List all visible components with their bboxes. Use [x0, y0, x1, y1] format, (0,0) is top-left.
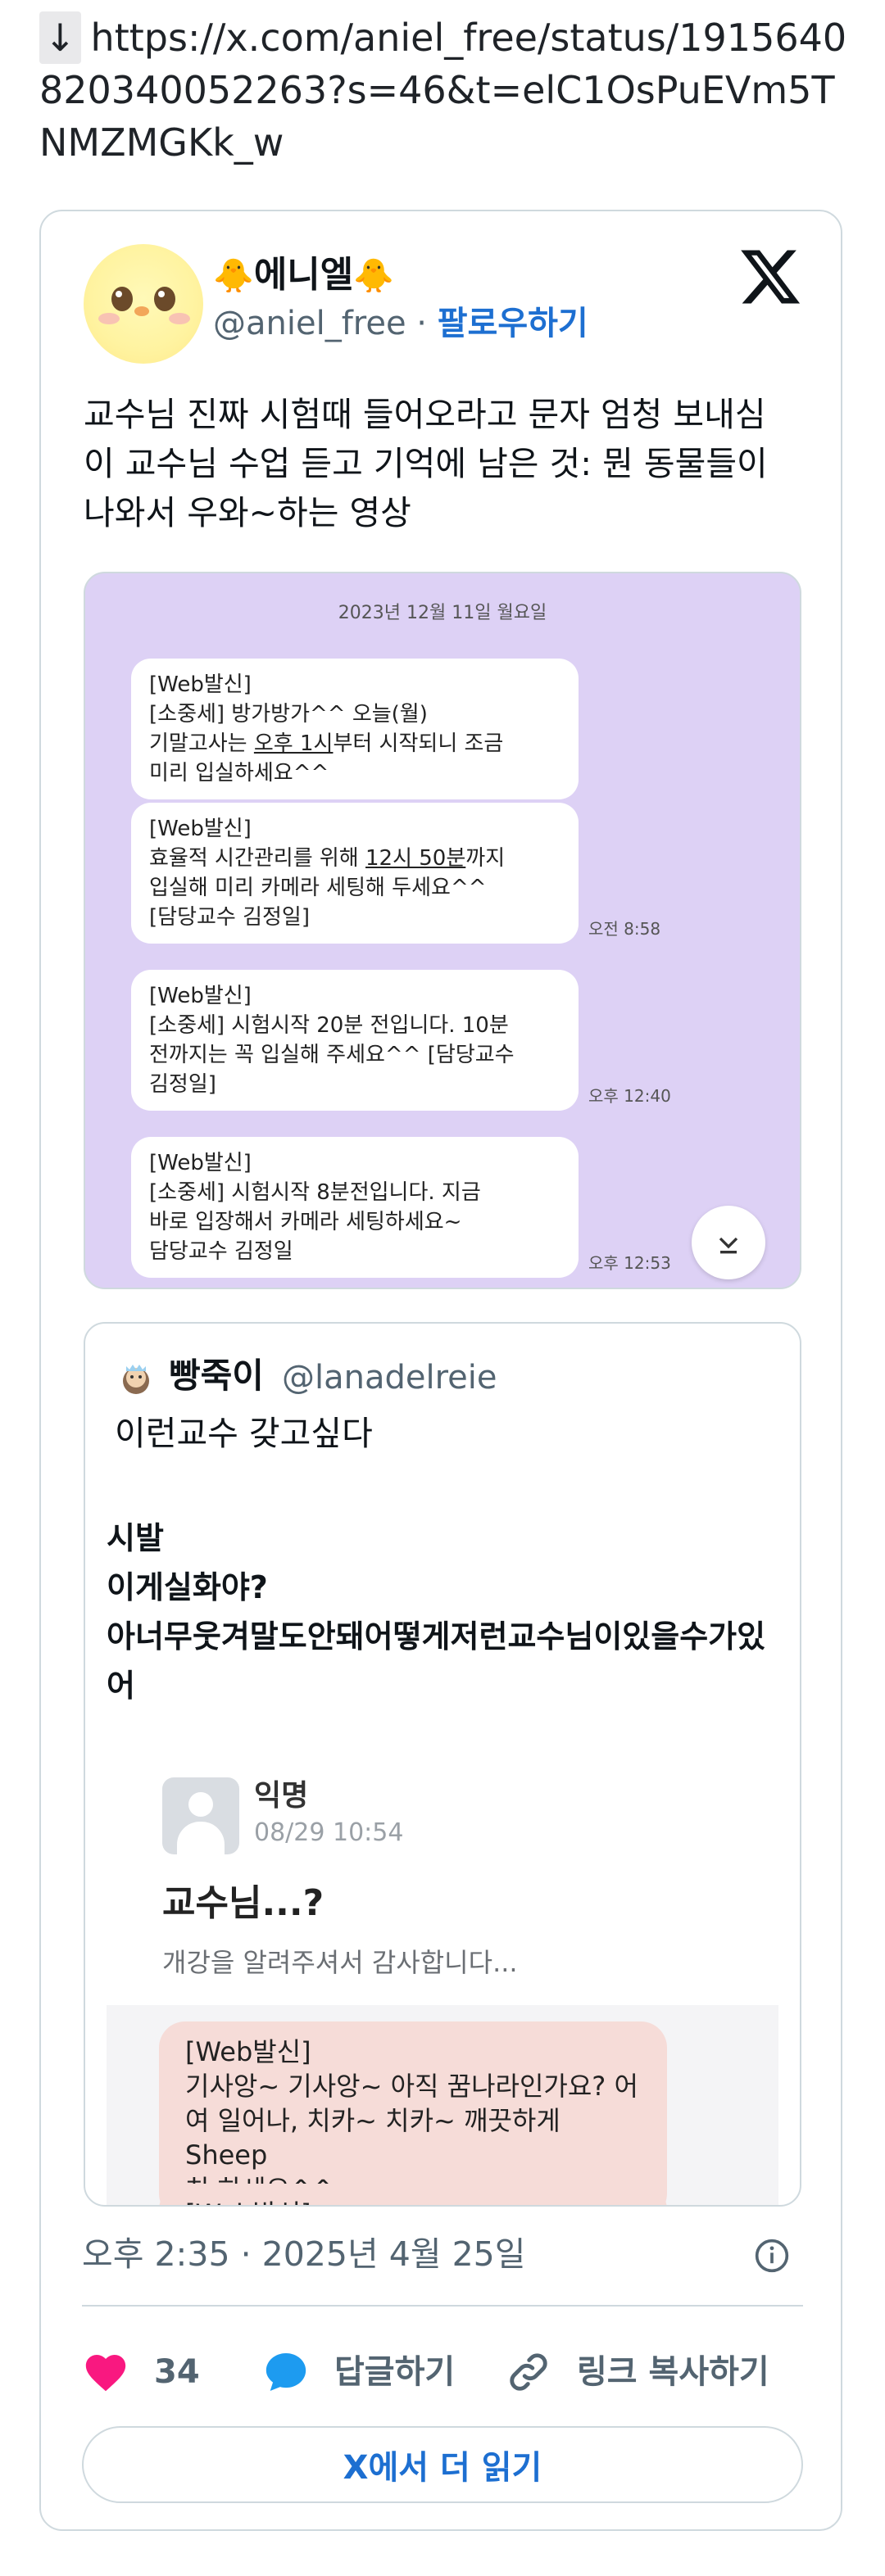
tweet-media-image[interactable]: 2023년 12월 11일 월요일 [Web발신] [소중세] 방가방가^^ 오…	[84, 572, 801, 1289]
divider	[82, 2305, 803, 2307]
message-time: 오후 12:40	[588, 1086, 671, 1106]
screenshot-title: 교수님...?	[162, 1882, 324, 1924]
info-icon[interactable]	[754, 2238, 790, 2274]
screenshot-username: 익명	[254, 1779, 309, 1813]
tweet-actions: 34 답글하기 링크 복사하기	[82, 2347, 803, 2405]
reply-label: 답글하기	[334, 2353, 456, 2391]
source-link[interactable]: ↓ https://x.com/aniel_free/status/1915640…	[39, 11, 851, 169]
author-avatar[interactable]	[84, 244, 203, 364]
message-time: 오후 12:53	[588, 1253, 671, 1273]
chick-emoji-icon: 🐥	[353, 257, 395, 295]
quote-screenshot-image: 익명 08/29 10:54 교수님...? 개강을 알려주셔서 감사합니다..…	[107, 1766, 778, 2205]
download-arrow-icon: ↓	[39, 11, 81, 64]
screenshot-chat: [Web발신] 기사앙~ 기사앙~ 아직 꿈나라인가요? 어 여 일어나, 치카…	[107, 2005, 778, 2205]
read-more-on-x-button[interactable]: X에서 더 읽기	[82, 2426, 803, 2503]
heart-icon	[85, 2354, 126, 2392]
reply-bubble-icon	[266, 2353, 306, 2391]
source-url[interactable]: https://x.com/aniel_free/status/19156408…	[39, 16, 846, 165]
reply-button[interactable]: 답글하기	[262, 2347, 455, 2397]
message-time: 오전 8:58	[588, 919, 661, 939]
sms-bubble: [Web발신] [소중세] 방가방가^^ 오늘(월) 기말고사는 오후 1시부터…	[131, 659, 579, 799]
scroll-down-button[interactable]	[692, 1206, 765, 1279]
like-button[interactable]: 34	[82, 2347, 200, 2397]
link-icon	[510, 2353, 547, 2391]
sms-bubble: [Web발신] [소중세] 시험시작 8분전입니다. 지금 바로 입장해서 카메…	[131, 1137, 579, 1278]
chat-date-header: 2023년 12월 11일 월요일	[338, 603, 547, 623]
quote-bold-text: 시발 이게실화야? 아너무웃겨말도안돼어떻게저런교수님이있을수가있 어	[107, 1520, 766, 1704]
quote-author-name: 빵죽이	[169, 1356, 264, 1396]
quote-author-handle: @lanadelreie	[282, 1359, 497, 1397]
chick-emoji-icon: 🐥	[213, 257, 254, 295]
tweet-embed-card: 🐥에니엘🐥 @aniel_free · 팔로우하기 교수님 진짜 시험때 들어오…	[39, 210, 842, 2531]
quoted-tweet[interactable]: 빵죽이 @lanadelreie 이런교수 갖고싶다 시발 이게실화야? 아너무…	[84, 1322, 801, 2207]
chevron-down-icon	[719, 1237, 738, 1254]
tweet-timestamp[interactable]: 오후 2:35 · 2025년 4월 25일	[82, 2231, 525, 2277]
pink-sms-bubble: [Web발신]	[159, 2184, 667, 2205]
quote-author-avatar-icon	[123, 1365, 149, 1394]
follow-button[interactable]: 팔로우하기	[438, 305, 588, 342]
like-count: 34	[154, 2353, 200, 2391]
anonymous-user-icon	[162, 1777, 239, 1854]
sms-bubble: [Web발신] 효율적 시간관리를 위해 12시 50분까지 입실해 미리 카메…	[131, 803, 579, 944]
screenshot-time: 08/29 10:54	[254, 1818, 404, 1847]
screenshot-subtitle: 개강을 알려주셔서 감사합니다...	[162, 1947, 518, 1978]
author-handle[interactable]: @aniel_free	[213, 305, 406, 342]
pink-sms-bubble: [Web발신] 기사앙~ 기사앙~ 아직 꿈나라인가요? 어 여 일어나, 치카…	[159, 2021, 667, 2205]
author-display-name[interactable]: 🐥에니엘🐥	[213, 251, 394, 301]
copy-link-button[interactable]: 링크 복사하기	[505, 2347, 769, 2397]
copy-link-label: 링크 복사하기	[577, 2353, 769, 2391]
tweet-text: 교수님 진짜 시험때 들어오라고 문자 엄청 보내심 이 교수님 수업 듣고 기…	[84, 395, 768, 532]
quote-text: 이런교수 갖고싶다	[115, 1414, 373, 1453]
author-handle-line: @aniel_free · 팔로우하기	[213, 301, 588, 346]
sms-bubble: [Web발신] [소중세] 시험시작 20분 전입니다. 10분 전까지는 꼭 …	[131, 970, 579, 1111]
x-logo-icon[interactable]	[738, 244, 803, 310]
separator-dot: ·	[416, 305, 428, 342]
author-name-text: 에니엘	[253, 254, 354, 296]
